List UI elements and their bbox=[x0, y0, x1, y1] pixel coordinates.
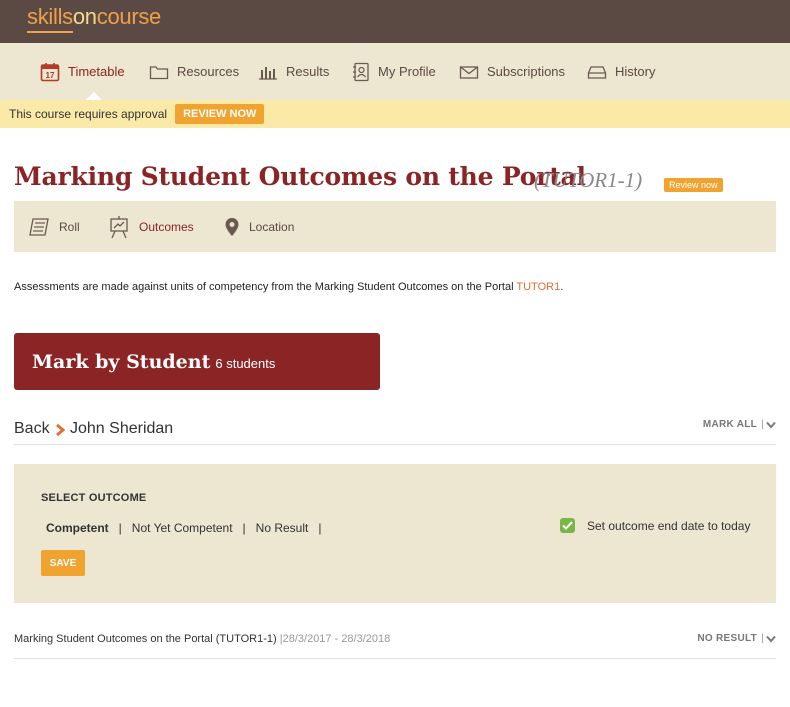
course-code-link[interactable]: TUTOR1 bbox=[516, 281, 560, 293]
subnav-label-roll: Roll bbox=[59, 219, 80, 234]
breadcrumb: Back John Sheridan MARK ALL | bbox=[14, 416, 776, 445]
envelope-icon bbox=[459, 65, 479, 79]
chevron-down-icon bbox=[766, 635, 776, 643]
nav-label-history: History bbox=[615, 64, 656, 79]
map-pin-icon bbox=[225, 217, 239, 236]
option-separator: | bbox=[118, 521, 122, 535]
intro-body: Assessments are made against units of co… bbox=[14, 281, 517, 293]
mark-all-separator: | bbox=[761, 419, 764, 430]
subnav-item-location[interactable]: Location bbox=[224, 201, 294, 252]
result-status-separator: | bbox=[761, 633, 764, 644]
nav-label-resources: Resources bbox=[177, 64, 240, 79]
folder-icon bbox=[149, 65, 169, 79]
brand-logo[interactable]: skillsoncourse bbox=[27, 4, 161, 30]
end-date-checkbox[interactable] bbox=[560, 518, 575, 533]
brand-part-skills: skills bbox=[27, 4, 73, 29]
student-count: 6 students bbox=[215, 356, 276, 371]
outcome-option-competent[interactable]: Competent bbox=[46, 521, 109, 535]
nav-label-my-profile: My Profile bbox=[378, 64, 436, 79]
brand-part-course: course bbox=[96, 4, 162, 29]
bar-chart-icon bbox=[259, 66, 277, 80]
course-code: (TUTOR1-1) bbox=[534, 168, 643, 192]
option-separator: | bbox=[242, 521, 246, 535]
brand-part-on: on bbox=[72, 4, 97, 29]
nav-item-resources[interactable]: Resources bbox=[149, 43, 239, 100]
outcome-option-no-result[interactable]: No Result bbox=[256, 521, 309, 535]
subnav-label-location: Location bbox=[249, 219, 295, 234]
result-course-title: Marking Student Outcomes on the Portal (… bbox=[14, 633, 277, 645]
result-status-label: NO RESULT bbox=[697, 633, 758, 644]
calendar-icon: 17 bbox=[40, 62, 60, 81]
checkmark-icon bbox=[562, 521, 573, 530]
logo-underline bbox=[27, 31, 73, 33]
nav-item-my-profile[interactable]: My Profile bbox=[352, 43, 436, 100]
course-subnav: Roll Outcomes Location bbox=[14, 201, 776, 252]
mark-all-label: MARK ALL bbox=[702, 419, 758, 430]
student-name: John Sheridan bbox=[70, 420, 174, 437]
top-bar: skillsoncourse bbox=[0, 0, 790, 43]
subnav-item-outcomes[interactable]: Outcomes bbox=[108, 201, 194, 252]
chevron-down-icon bbox=[766, 421, 776, 429]
review-now-button[interactable]: REVIEW NOW bbox=[175, 104, 265, 124]
outcome-options: Competent | Not Yet Competent | No Resul… bbox=[46, 521, 331, 535]
mark-all-dropdown[interactable]: MARK ALL | bbox=[703, 419, 776, 430]
option-separator: | bbox=[318, 521, 322, 535]
intro-text: Assessments are made against units of co… bbox=[14, 281, 563, 293]
nav-label-timetable: Timetable bbox=[68, 64, 125, 79]
nav-label-subscriptions: Subscriptions bbox=[487, 64, 566, 79]
chevron-right-icon bbox=[56, 424, 65, 436]
nav-item-subscriptions[interactable]: Subscriptions bbox=[459, 43, 565, 100]
mark-by-student-panel[interactable]: Mark by Student 6 students bbox=[14, 333, 380, 390]
end-date-label: Set outcome end date to today bbox=[587, 518, 751, 533]
subnav-label-outcomes: Outcomes bbox=[139, 219, 194, 234]
nav-item-history[interactable]: History bbox=[587, 43, 655, 100]
review-now-badge[interactable]: Review now bbox=[664, 178, 723, 192]
main-nav: 17 Timetable Resources Results My Profil… bbox=[0, 43, 790, 100]
nav-label-results: Results bbox=[286, 64, 330, 79]
select-outcome-panel: SELECT OUTCOME Competent | Not Yet Compe… bbox=[14, 464, 776, 603]
approval-text: This course requires approval bbox=[9, 107, 168, 121]
result-status-dropdown[interactable]: NO RESULT | bbox=[697, 633, 776, 644]
easel-chart-icon bbox=[110, 215, 128, 238]
active-nav-caret bbox=[86, 92, 102, 100]
mark-by-student-title: Mark by Student bbox=[32, 350, 211, 373]
outcome-option-not-yet-competent[interactable]: Not Yet Competent bbox=[132, 521, 233, 535]
profile-book-icon bbox=[353, 62, 369, 81]
result-row: Marking Student Outcomes on the Portal (… bbox=[14, 625, 776, 659]
inbox-tray-icon bbox=[587, 65, 607, 79]
course-title: Marking Student Outcomes on the Portal bbox=[14, 162, 586, 191]
result-course: Marking Student Outcomes on the Portal (… bbox=[14, 633, 390, 645]
result-dates: |28/3/2017 - 28/3/2018 bbox=[279, 633, 391, 645]
nav-item-results[interactable]: Results bbox=[258, 43, 329, 100]
roll-list-icon bbox=[29, 217, 49, 236]
nav-item-timetable[interactable]: 17 Timetable bbox=[40, 43, 125, 100]
save-button[interactable]: SAVE bbox=[41, 550, 85, 576]
svg-text:17: 17 bbox=[46, 71, 55, 80]
intro-suffix: . bbox=[560, 281, 564, 293]
back-link[interactable]: Back bbox=[14, 420, 50, 438]
approval-banner: This course requires approval REVIEW NOW bbox=[0, 100, 790, 128]
select-outcome-heading: SELECT OUTCOME bbox=[41, 492, 147, 504]
end-date-option: Set outcome end date to today bbox=[560, 518, 750, 533]
subnav-item-roll[interactable]: Roll bbox=[28, 201, 80, 252]
